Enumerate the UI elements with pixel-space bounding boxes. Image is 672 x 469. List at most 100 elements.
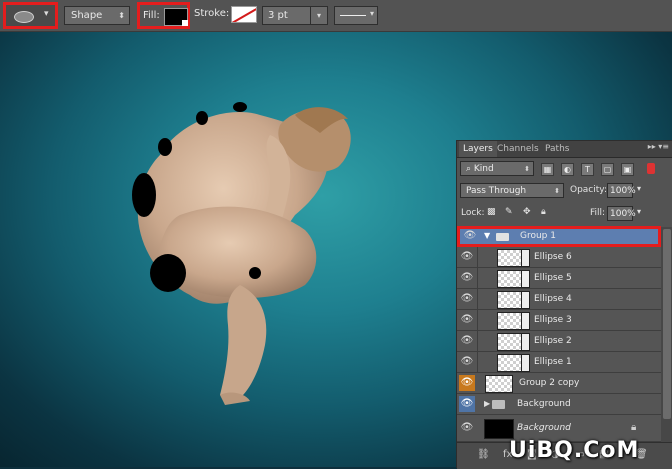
- shape-filter-icon[interactable]: ▢: [601, 163, 614, 176]
- scrollbar-thumb[interactable]: [663, 229, 671, 419]
- layer-row-ellipse-3[interactable]: 👁︎ Ellipse 3: [457, 310, 661, 331]
- layer-thumbnail: [497, 354, 523, 372]
- search-icon: ⌕: [466, 164, 474, 174]
- folder-icon: [492, 400, 505, 409]
- vector-mask-icon: [521, 249, 530, 267]
- layer-name: Group 2 copy: [519, 378, 580, 388]
- eye-icon[interactable]: 👁︎: [459, 333, 475, 349]
- layer-row-ellipse-2[interactable]: 👁︎ Ellipse 2: [457, 331, 661, 352]
- type-filter-icon[interactable]: T: [581, 163, 594, 176]
- eye-icon[interactable]: 👁︎: [459, 312, 475, 328]
- fill-label: Fill:: [590, 208, 606, 218]
- layers-scrollbar[interactable]: [661, 227, 672, 442]
- filter-kind-select[interactable]: ⌕ Kind ⬍: [460, 161, 534, 176]
- vector-mask-icon: [521, 291, 530, 309]
- lock-all-icon[interactable]: 🔒︎: [541, 207, 546, 217]
- ellipse-spot-6: [196, 111, 208, 125]
- layer-row-background-group[interactable]: 👁︎ ▶ Background: [457, 394, 661, 415]
- filter-kind-value: Kind: [473, 164, 494, 174]
- lock-transparent-icon[interactable]: ▩: [487, 207, 496, 217]
- layer-thumbnail: [497, 291, 523, 309]
- ellipse-spot-4: [158, 138, 172, 156]
- figure-artwork: [132, 102, 351, 405]
- opacity-label: Opacity:: [570, 185, 607, 195]
- vector-mask-icon: [521, 354, 530, 372]
- layer-name: Background: [517, 399, 571, 409]
- layer-row-ellipse-4[interactable]: 👁︎ Ellipse 4: [457, 289, 661, 310]
- link-layers-icon[interactable]: ⛓: [477, 449, 490, 460]
- tab-paths[interactable]: Paths: [541, 141, 573, 157]
- pixel-filter-icon[interactable]: ▦: [541, 163, 554, 176]
- tool-preset-picker[interactable]: ▾: [3, 2, 58, 29]
- chevron-down-icon[interactable]: ▾: [310, 7, 327, 24]
- chevron-down-icon[interactable]: ▾: [637, 184, 641, 193]
- opacity-field[interactable]: 100%: [607, 183, 636, 198]
- layer-name: Ellipse 4: [534, 294, 572, 304]
- layer-row-group-2-copy[interactable]: 👁︎ Group 2 copy: [457, 373, 661, 394]
- layer-thumbnail: [497, 333, 523, 351]
- stroke-line-icon: [340, 15, 366, 16]
- layer-thumbnail: [485, 375, 513, 393]
- updown-arrows-icon: ⬍: [554, 187, 560, 195]
- updown-arrows-icon: ⬍: [524, 165, 530, 173]
- layer-name: Ellipse 3: [534, 315, 572, 325]
- chevron-down-icon[interactable]: ▾: [637, 207, 641, 216]
- layer-thumbnail: [484, 419, 514, 439]
- smart-object-filter-icon[interactable]: ▣: [621, 163, 634, 176]
- filter-toggle-icon[interactable]: [647, 163, 655, 174]
- eye-icon[interactable]: 👁︎: [459, 249, 475, 265]
- layer-name: Ellipse 2: [534, 336, 572, 346]
- layers-panel: Layers Channels Paths ▸▸ ▾≡ ⌕ Kind ⬍ ▦ ◐…: [456, 140, 672, 469]
- tool-mode-select[interactable]: Shape ⬍: [64, 6, 130, 25]
- blend-row: Pass Through ⬍ Opacity: 100% ▾: [457, 181, 672, 199]
- ellipse-spot-1: [249, 267, 261, 279]
- ellipse-spot-2: [150, 254, 186, 292]
- tab-channels[interactable]: Channels: [493, 141, 543, 157]
- lock-pixels-icon[interactable]: ✎: [505, 207, 513, 217]
- layer-thumbnail: [497, 270, 523, 288]
- vector-mask-icon: [521, 270, 530, 288]
- chevron-down-icon: ▾: [369, 9, 374, 18]
- eye-icon[interactable]: 👁︎: [459, 375, 475, 391]
- opacity-value: 100%: [610, 186, 636, 196]
- stroke-width-field[interactable]: 3 pt ▾: [262, 6, 328, 25]
- layer-name: Ellipse 5: [534, 273, 572, 283]
- lock-label: Lock:: [461, 208, 485, 218]
- eye-icon[interactable]: 👁︎: [462, 228, 478, 244]
- layer-row-ellipse-5[interactable]: 👁︎ Ellipse 5: [457, 268, 661, 289]
- tab-layers[interactable]: Layers: [459, 141, 497, 157]
- chevron-right-icon[interactable]: ▶: [484, 399, 490, 408]
- layer-row-group-1[interactable]: 👁︎ ▼ Group 1: [457, 226, 661, 247]
- eye-icon[interactable]: 👁︎: [459, 291, 475, 307]
- eye-icon[interactable]: 👁︎: [459, 354, 475, 370]
- chevron-down-icon: ▾: [44, 9, 49, 19]
- eye-icon[interactable]: 👁︎: [459, 420, 475, 436]
- eye-icon[interactable]: 👁︎: [459, 270, 475, 286]
- watermark: UiBQ.CoM: [509, 438, 640, 463]
- layer-name: Ellipse 6: [534, 252, 572, 262]
- panel-tabs: Layers Channels Paths ▸▸ ▾≡: [457, 141, 672, 158]
- stroke-color-swatch[interactable]: [231, 6, 257, 23]
- layer-row-ellipse-1[interactable]: 👁︎ Ellipse 1: [457, 352, 661, 373]
- fill-control[interactable]: Fill:: [137, 2, 190, 29]
- adjustment-filter-icon[interactable]: ◐: [561, 163, 574, 176]
- fill-color-swatch[interactable]: [164, 8, 188, 26]
- blend-mode-select[interactable]: Pass Through ⬍: [460, 183, 564, 198]
- fill-field[interactable]: 100%: [607, 206, 636, 221]
- no-color-slash-icon: [232, 7, 256, 22]
- lock-icon: 🔒︎: [631, 422, 637, 433]
- filter-row: ⌕ Kind ⬍ ▦ ◐ T ▢ ▣: [457, 159, 672, 177]
- lock-position-icon[interactable]: ✥: [523, 207, 531, 217]
- ellipse-tool-icon: [14, 11, 34, 23]
- ellipse-spot-5: [233, 102, 247, 112]
- layer-row-ellipse-6[interactable]: 👁︎ Ellipse 6: [457, 247, 661, 268]
- vector-mask-icon: [521, 333, 530, 351]
- fill-value: 100%: [610, 209, 636, 219]
- blend-mode-value: Pass Through: [466, 186, 527, 196]
- folder-icon: [496, 233, 509, 241]
- chevron-down-icon[interactable]: ▼: [484, 231, 490, 240]
- stroke-type-select[interactable]: ▾: [334, 6, 378, 25]
- thigh-shape: [159, 206, 317, 298]
- panel-menu-icon[interactable]: ▸▸ ▾≡: [648, 142, 669, 151]
- eye-icon[interactable]: 👁︎: [459, 396, 475, 412]
